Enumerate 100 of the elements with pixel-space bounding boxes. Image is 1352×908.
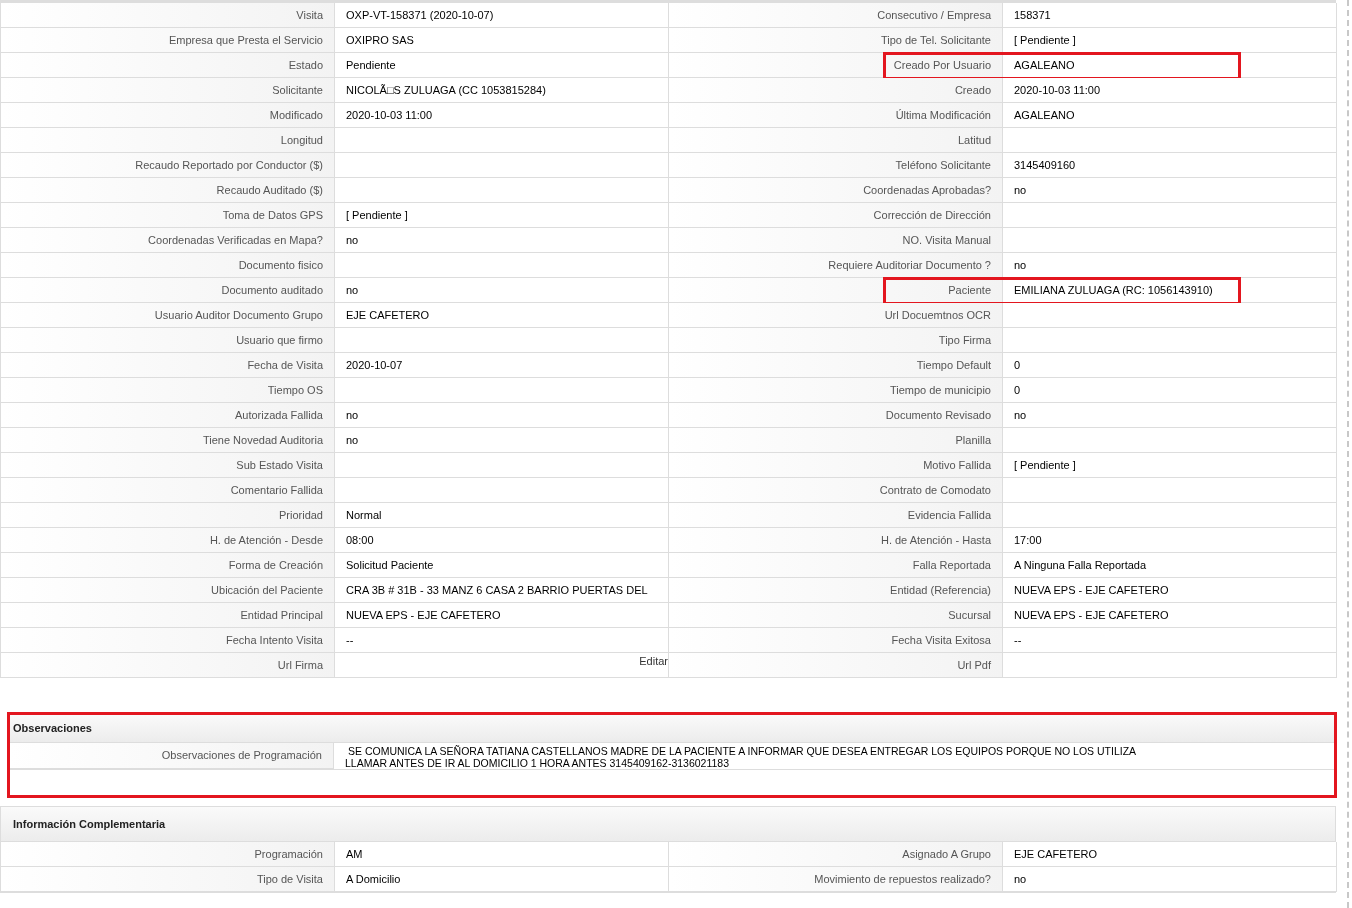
field-label: Creado (954, 82, 991, 98)
field-label: Url Firma (277, 657, 323, 673)
field-value: OXP-VT-158371 (2020-10-07) (346, 7, 494, 23)
field-label: Última Modificación (895, 107, 991, 123)
field-label: Comentario Fallida (230, 482, 323, 498)
field-label: Tipo de Tel. Solicitante (880, 32, 991, 48)
field-label: Consecutivo / Empresa (877, 7, 991, 23)
field-value: no (1014, 407, 1027, 423)
field-label: Sub Estado Visita (236, 457, 323, 473)
field-label: Entidad (Referencia) (890, 582, 991, 598)
field-value: AGALEANO (1014, 57, 1075, 73)
field-value: 2020-10-03 11:00 (346, 107, 433, 123)
field-value: EJE CAFETERO (1014, 846, 1098, 862)
field-label: Entidad Principal (240, 607, 323, 623)
field-label: Tiempo OS (267, 382, 323, 398)
observation-line: SE COMUNICA LA SEÑORA TATIANA CASTELLANOS MADRE DE LA PACIENTE A INFORMAR QUE DESEA ENTREGAR LOS EQUIPOS PORQUE NO LOS UTILIZA (348, 745, 1137, 757)
field-value: no (1014, 257, 1027, 273)
field-label: Estado (288, 57, 323, 73)
field-label: Corrección de Dirección (873, 207, 991, 223)
field-value: OXIPRO SAS (346, 32, 414, 48)
field-label: Tiene Novedad Auditoria (202, 432, 323, 448)
field-label: Contrato de Comodato (879, 482, 991, 498)
field-label: Solicitante (272, 82, 323, 98)
field-value: 17:00 (1014, 532, 1042, 548)
field-value: no (1014, 871, 1027, 887)
field-label: Visita (296, 7, 323, 23)
field-label: Fecha Visita Exitosa (891, 632, 991, 648)
field-label: Motivo Fallida (923, 457, 991, 473)
field-label: Prioridad (278, 507, 323, 523)
field-value: 2020-10-07 (346, 357, 403, 373)
field-label: Asignado A Grupo (902, 846, 991, 862)
field-label: Observaciones de Programación (161, 748, 322, 764)
field-label: Usuario que firmo (236, 332, 323, 348)
field-label: Movimiento de repuestos realizado? (814, 871, 991, 887)
field-value: EJE CAFETERO (346, 307, 430, 323)
field-label: Paciente (948, 282, 991, 298)
field-value: AM (346, 846, 363, 862)
field-value: NUEVA EPS - EJE CAFETERO (1014, 582, 1169, 598)
field-value: 158371 (1014, 7, 1051, 23)
observation-line: LLAMAR ANTES DE IR AL DOMICILIO 1 HORA ANTES 3145409162-3136021183 (345, 757, 731, 769)
field-label: Url Docuemtnos OCR (884, 307, 991, 323)
field-label: NO. Visita Manual (902, 232, 991, 248)
field-value: EMILIANA ZULUAGA (RC: 1056143910) (1014, 282, 1213, 298)
field-label: H. de Atención - Hasta (880, 532, 991, 548)
field-label: Documento fisico (238, 257, 323, 273)
field-label: Tiempo Default (916, 357, 991, 373)
field-value: no (1014, 182, 1027, 198)
field-label: Falla Reportada (912, 557, 991, 573)
field-label: Requiere Auditoriar Documento ? (828, 257, 991, 273)
field-label: Evidencia Fallida (907, 507, 991, 523)
field-label: Latitud (957, 132, 991, 148)
field-value: NICOLÃ□S ZULUAGA (CC 1053815284) (346, 82, 546, 98)
field-label: Toma de Datos GPS (222, 207, 323, 223)
field-label: Ubicación del Paciente (211, 582, 323, 598)
field-label: Tiempo de municipio (889, 382, 991, 398)
field-value: AGALEANO (1014, 107, 1075, 123)
field-label: Tipo Firma (938, 332, 991, 348)
section-title: Observaciones (13, 721, 92, 737)
field-value: CRA 3B # 31B - 33 MANZ 6 CASA 2 BARRIO PUERTAS DEL (346, 582, 648, 598)
field-value: Normal (346, 507, 382, 523)
field-label: Tipo de Visita (256, 871, 323, 887)
field-value: [ Pendiente ] (346, 207, 408, 223)
field-label: Coordenadas Verificadas en Mapa? (148, 232, 323, 248)
field-label: Sucursal (948, 607, 991, 623)
field-label: Recaudo Reportado por Conductor ($) (135, 157, 323, 173)
field-value: Pendiente (346, 57, 396, 73)
field-label: Documento auditado (221, 282, 323, 298)
field-value: -- (1014, 632, 1022, 648)
field-value: Solicitud Paciente (346, 557, 434, 573)
field-label: Usuario Auditor Documento Grupo (154, 307, 323, 323)
field-label: Recaudo Auditado ($) (216, 182, 323, 198)
field-label: Fecha de Visita (247, 357, 323, 373)
field-value: NUEVA EPS - EJE CAFETERO (346, 607, 501, 623)
field-label: Autorizada Fallida (234, 407, 323, 423)
field-label: Fecha Intento Visita (225, 632, 323, 648)
field-value: no (346, 432, 359, 448)
field-value: 08:00 (346, 532, 374, 548)
field-label: Coordenadas Aprobadas? (863, 182, 991, 198)
edit-link[interactable]: Editar (639, 653, 668, 670)
field-value: A Ninguna Falla Reportada (1014, 557, 1147, 573)
field-label: Teléfono Solicitante (895, 157, 991, 173)
field-label: Longitud (280, 132, 323, 148)
field-value: 3145409160 (1014, 157, 1076, 173)
field-label: Empresa que Presta el Servicio (168, 32, 323, 48)
field-label: Url Pdf (957, 657, 991, 673)
field-value: 2020-10-03 11:00 (1014, 82, 1101, 98)
field-label: Creado Por Usuario (893, 57, 991, 73)
field-value: 0 (1014, 357, 1021, 373)
field-value: NUEVA EPS - EJE CAFETERO (1014, 607, 1169, 623)
field-value: [ Pendiente ] (1014, 457, 1076, 473)
field-value: no (346, 282, 359, 298)
field-value: -- (346, 632, 354, 648)
field-label: Modificado (269, 107, 323, 123)
field-label: Programación (254, 846, 323, 862)
field-value: no (346, 407, 359, 423)
field-value: 0 (1014, 382, 1021, 398)
field-value: no (346, 232, 359, 248)
field-value: A Domicilio (346, 871, 401, 887)
field-value: [ Pendiente ] (1014, 32, 1076, 48)
field-label: H. de Atención - Desde (209, 532, 323, 548)
